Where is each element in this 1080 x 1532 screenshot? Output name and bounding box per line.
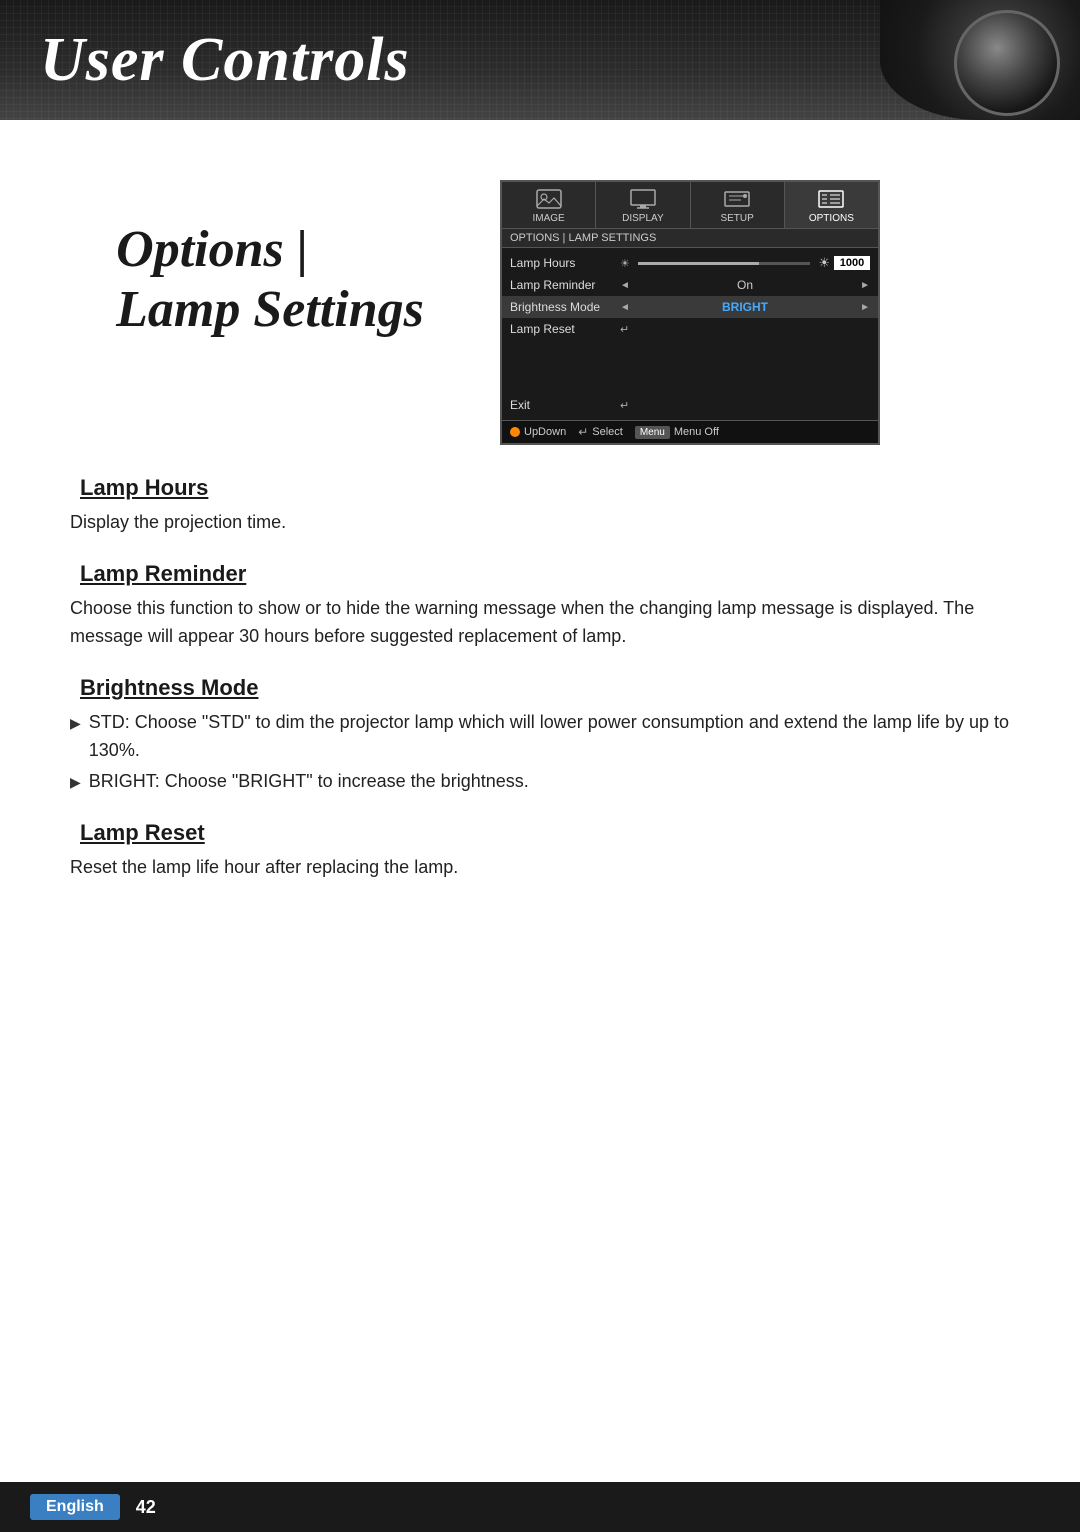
footer-select: ↵ Select xyxy=(578,425,623,439)
section-main-title: Options | Lamp Settings xyxy=(116,220,424,340)
osd-brightness-mode-value: ◄ BRIGHT ► xyxy=(620,300,870,314)
std-bullet-arrow: ▶ xyxy=(70,713,81,735)
lamp-reminder-body: Choose this function to show or to hide … xyxy=(70,595,1020,651)
osd-footer: UpDown ↵ Select Menu Menu Off xyxy=(502,420,878,443)
section-title-block: Options | Lamp Settings xyxy=(60,170,480,390)
osd-tab-options[interactable]: OPTIONS xyxy=(785,182,878,228)
section-lamp-reset: Lamp Reset Reset the lamp life hour afte… xyxy=(60,820,1020,882)
osd-panel: IMAGE DISPLAY xyxy=(500,180,1020,445)
options-tab-icon xyxy=(817,188,845,210)
brightness-mode-heading-text: Brightness Mode xyxy=(80,675,258,701)
footer-menu-off: Menu Menu Off xyxy=(635,426,719,439)
section-brightness-mode: Brightness Mode ▶ STD: Choose "STD" to d… xyxy=(60,675,1020,797)
lamp-hours-heading: Lamp Hours xyxy=(60,475,1020,501)
footer-menu-btn: Menu xyxy=(635,426,670,439)
lamp-hours-fill xyxy=(638,262,759,265)
image-tab-label: IMAGE xyxy=(533,213,565,224)
lamp-reminder-heading-text: Lamp Reminder xyxy=(80,561,246,587)
osd-row-spacer1 xyxy=(502,340,878,358)
language-badge: English xyxy=(30,1494,120,1520)
section-lamp-reminder: Lamp Reminder Choose this function to sh… xyxy=(60,561,1020,651)
footer-updown-label: UpDown xyxy=(524,426,566,438)
bright-bullet-arrow: ▶ xyxy=(70,772,81,794)
osd-lamp-reminder-label: Lamp Reminder xyxy=(510,278,620,292)
footer-updown: UpDown xyxy=(510,426,566,438)
brightness-bullet-bright: ▶ BRIGHT: Choose "BRIGHT" to increase th… xyxy=(70,768,1020,796)
footer-select-label: Select xyxy=(592,426,623,438)
osd-lamp-reset-value: ↵ xyxy=(620,323,870,336)
osd-tabs: IMAGE DISPLAY xyxy=(502,182,878,229)
osd-brightness-mode-label: Brightness Mode xyxy=(510,300,620,314)
lamp-reset-enter-icon: ↵ xyxy=(620,323,629,336)
camera-lens-decoration xyxy=(880,0,1080,120)
brightness-bullet-std: ▶ STD: Choose "STD" to dim the projector… xyxy=(70,709,1020,765)
lamp-reset-heading: Lamp Reset xyxy=(60,820,1020,846)
lamp-reminder-arrow-right[interactable]: ► xyxy=(860,280,870,291)
osd-row-brightness-mode: Brightness Mode ◄ BRIGHT ► xyxy=(502,296,878,318)
osd-tab-setup[interactable]: SETUP xyxy=(691,182,785,228)
lamp-reset-body: Reset the lamp life hour after replacing… xyxy=(70,854,1020,882)
lamp-reminder-heading: Lamp Reminder xyxy=(60,561,1020,587)
brightness-mode-heading: Brightness Mode xyxy=(60,675,1020,701)
std-bullet-text: STD: Choose "STD" to dim the projector l… xyxy=(89,709,1020,765)
osd-rows: Lamp Hours ☀ ☀ 1000 Lamp Reminder xyxy=(502,248,878,420)
osd-row-spacer2 xyxy=(502,358,878,376)
content-sections: Lamp Hours Display the projection time. … xyxy=(60,475,1020,882)
osd-tab-display[interactable]: DISPLAY xyxy=(596,182,690,228)
display-tab-icon xyxy=(629,188,657,210)
brightness-mode-bullets: ▶ STD: Choose "STD" to dim the projector… xyxy=(70,709,1020,797)
brightness-mode-bright: BRIGHT xyxy=(634,300,856,314)
lamp-reset-heading-text: Lamp Reset xyxy=(80,820,205,846)
main-content: Options | Lamp Settings xyxy=(0,120,1080,912)
page-header-title: User Controls xyxy=(40,25,410,96)
top-section: Options | Lamp Settings xyxy=(60,170,1020,445)
display-tab-label: DISPLAY xyxy=(622,213,664,224)
lamp-min-icon: ☀ xyxy=(620,257,630,270)
page-footer: English 42 xyxy=(0,1482,1080,1532)
lamp-hours-slider[interactable] xyxy=(638,262,810,265)
lamp-max-icon: ☀ xyxy=(818,255,830,271)
lamp-hours-heading-text: Lamp Hours xyxy=(80,475,208,501)
osd-breadcrumb: OPTIONS | LAMP SETTINGS xyxy=(502,229,878,248)
osd-tab-image[interactable]: IMAGE xyxy=(502,182,596,228)
bright-bullet-text: BRIGHT: Choose "BRIGHT" to increase the … xyxy=(89,768,529,796)
brightness-mode-arrow-left[interactable]: ◄ xyxy=(620,302,630,313)
osd-row-lamp-reminder: Lamp Reminder ◄ On ► xyxy=(502,274,878,296)
osd-exit-value: ↵ xyxy=(620,399,870,412)
osd-lamp-hours-label: Lamp Hours xyxy=(510,256,620,270)
osd-row-lamp-hours: Lamp Hours ☀ ☀ 1000 xyxy=(502,252,878,274)
osd-lamp-reset-label: Lamp Reset xyxy=(510,322,620,336)
osd-lamp-reminder-value: ◄ On ► xyxy=(620,278,870,292)
setup-tab-icon xyxy=(723,188,751,210)
orange-dot-icon xyxy=(510,427,520,437)
lamp-reminder-arrow-left[interactable]: ◄ xyxy=(620,280,630,291)
image-tab-icon xyxy=(535,188,563,210)
brightness-mode-arrow-right[interactable]: ► xyxy=(860,302,870,313)
osd-row-spacer3 xyxy=(502,376,878,394)
osd-row-exit: Exit ↵ xyxy=(502,394,878,416)
options-tab-label: OPTIONS xyxy=(809,213,854,224)
lamp-hours-body: Display the projection time. xyxy=(70,509,1020,537)
osd-lamp-hours-value: ☀ ☀ 1000 xyxy=(620,255,870,271)
lamp-hours-value-box: 1000 xyxy=(834,256,870,270)
header-bar: User Controls xyxy=(0,0,1080,120)
setup-tab-label: SETUP xyxy=(720,213,753,224)
lamp-reminder-on: On xyxy=(634,278,856,292)
footer-menu-off-label: Menu Off xyxy=(674,426,719,438)
section-lamp-hours: Lamp Hours Display the projection time. xyxy=(60,475,1020,537)
exit-enter-icon: ↵ xyxy=(620,399,629,412)
footer-enter-icon: ↵ xyxy=(578,425,588,439)
osd-box: IMAGE DISPLAY xyxy=(500,180,880,445)
osd-row-lamp-reset: Lamp Reset ↵ xyxy=(502,318,878,340)
osd-exit-label: Exit xyxy=(510,398,620,412)
page-number: 42 xyxy=(136,1497,156,1518)
